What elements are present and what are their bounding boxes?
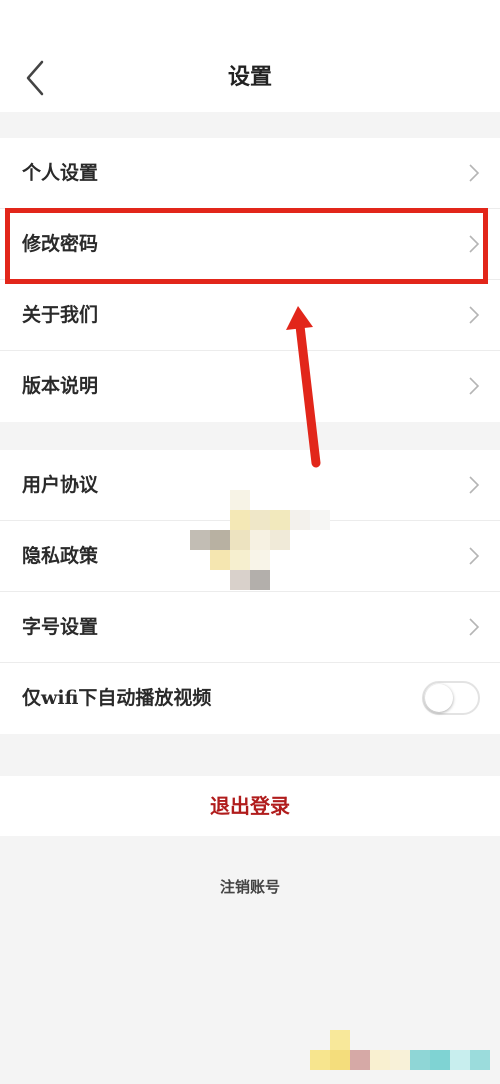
chevron-right-icon bbox=[469, 476, 480, 494]
page-title: 设置 bbox=[227, 64, 272, 90]
chevron-right-icon bbox=[469, 547, 480, 565]
settings-item-label: 修改密码 bbox=[22, 233, 99, 255]
wifi-autoplay-toggle[interactable] bbox=[422, 681, 480, 715]
settings-item-version-notes[interactable]: 版本说明 bbox=[0, 351, 500, 422]
settings-item-about-us[interactable]: 关于我们 bbox=[0, 280, 500, 351]
settings-item-font-size[interactable]: 字号设置 bbox=[0, 592, 500, 663]
settings-item-label: 仅wifi下自动播放视频 bbox=[22, 687, 212, 709]
settings-item-change-password[interactable]: 修改密码 bbox=[0, 209, 500, 280]
settings-group-1: 个人设置 修改密码 关于我们 版本说明 bbox=[0, 138, 500, 422]
settings-item-wifi-autoplay: 仅wifi下自动播放视频 bbox=[0, 663, 500, 734]
settings-item-label: 用户协议 bbox=[22, 474, 99, 496]
settings-item-label: 字号设置 bbox=[22, 616, 99, 638]
chevron-right-icon bbox=[469, 618, 480, 636]
settings-item-label: 版本说明 bbox=[22, 375, 99, 397]
chevron-right-icon bbox=[469, 306, 480, 324]
header-bar: 设置 bbox=[0, 0, 500, 112]
chevron-right-icon bbox=[469, 164, 480, 182]
delete-account-link[interactable]: 注销账号 bbox=[0, 872, 500, 902]
chevron-right-icon bbox=[469, 377, 480, 395]
settings-item-privacy-policy[interactable]: 隐私政策 bbox=[0, 521, 500, 592]
settings-item-personal[interactable]: 个人设置 bbox=[0, 138, 500, 209]
chevron-right-icon bbox=[469, 235, 480, 253]
settings-group-2: 用户协议 隐私政策 字号设置 仅wifi下自动播放视频 bbox=[0, 450, 500, 734]
logout-button[interactable]: 退出登录 bbox=[0, 776, 500, 836]
toggle-knob bbox=[425, 684, 453, 712]
settings-item-label: 隐私政策 bbox=[22, 545, 99, 567]
settings-item-label: 个人设置 bbox=[22, 162, 99, 184]
pixelated-watermark bbox=[310, 1030, 500, 1070]
settings-item-label: 关于我们 bbox=[22, 304, 99, 326]
settings-item-user-agreement[interactable]: 用户协议 bbox=[0, 450, 500, 521]
